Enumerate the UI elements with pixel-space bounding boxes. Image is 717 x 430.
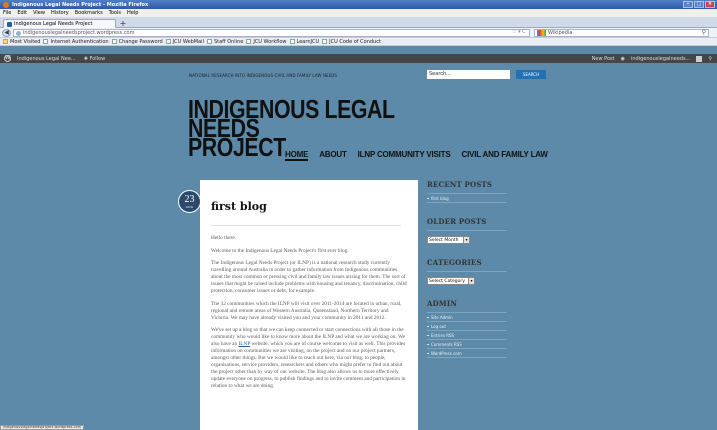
site-search-button[interactable]: SEARCH bbox=[516, 70, 546, 79]
browser-search-box[interactable]: Wikipedia ⚲ bbox=[534, 29, 709, 37]
page-icon bbox=[206, 39, 212, 44]
post-month: AUG bbox=[185, 205, 194, 209]
menu-edit[interactable]: Edit bbox=[17, 10, 27, 16]
window-titlebar: Indigenous Legal Needs Project - Mozilla… bbox=[0, 0, 717, 9]
page-icon bbox=[43, 39, 49, 44]
maximize-icon[interactable]: □ bbox=[694, 1, 704, 8]
chevron-down-icon: ▾ bbox=[463, 237, 469, 243]
post-paragraph: The 32 communities which the ILNP will v… bbox=[211, 300, 402, 321]
follow-button[interactable]: ✚ Follow bbox=[84, 56, 105, 62]
favicon-icon bbox=[7, 21, 12, 27]
widget-divider bbox=[427, 230, 507, 231]
page-icon bbox=[165, 39, 171, 44]
admin-link-log-out[interactable]: Log out bbox=[427, 322, 507, 331]
wp-admin-bar: W Indigenous Legal Nee... ✚ Follow New P… bbox=[0, 54, 717, 63]
bookmarks-toolbar: Most Visited Internet Authentication Cha… bbox=[0, 38, 717, 46]
archive-month-select[interactable]: Select Month ▾ bbox=[427, 236, 470, 244]
status-bar: indigenouslegalneedsproject.wordpress.co… bbox=[0, 425, 85, 430]
post-day: 23 bbox=[184, 194, 195, 205]
menu-tools[interactable]: Tools bbox=[109, 10, 121, 16]
page-icon bbox=[289, 39, 295, 44]
tab-title: Indigenous Legal Needs Project bbox=[14, 21, 93, 27]
post-body: Hello there. Welcome to the Indigenous L… bbox=[211, 235, 407, 396]
search-engine-label: Wikipedia bbox=[548, 30, 573, 36]
recent-post-link[interactable]: first blog bbox=[427, 194, 507, 203]
page-icon bbox=[322, 39, 328, 44]
site-top-bar: NATIONAL RESEARCH INTO INDIGENOUS CIVIL … bbox=[180, 70, 550, 80]
post-date-badge: 23 AUG bbox=[178, 190, 201, 213]
post-paragraph: Welcome to the Indigenous Legal Needs Pr… bbox=[211, 247, 349, 254]
ilnp-website-link[interactable]: ILNP bbox=[239, 341, 251, 347]
bookmark-item[interactable]: JCU WebMail bbox=[165, 39, 204, 45]
nav-about[interactable]: ABOUT bbox=[319, 150, 347, 161]
admin-site-name[interactable]: Indigenous Legal Nee... bbox=[17, 56, 76, 62]
tab-ilnp[interactable]: Indigenous Legal Needs Project bbox=[3, 19, 116, 28]
tab-bar: Indigenous Legal Needs Project + bbox=[0, 17, 717, 28]
url-bar[interactable]: indigenouslegalneedsproject.wordpress.co… bbox=[13, 29, 530, 37]
menu-bookmarks[interactable]: Bookmarks bbox=[75, 10, 103, 16]
post-title[interactable]: first blog bbox=[211, 200, 267, 213]
bookmark-item[interactable]: LearnJCU bbox=[289, 39, 319, 45]
nav-home[interactable]: HOME bbox=[285, 150, 308, 161]
search-icon[interactable]: ⚲ bbox=[702, 30, 706, 36]
post-paragraph: Hello there. bbox=[211, 235, 237, 241]
search-engine-icon[interactable] bbox=[537, 30, 546, 36]
recent-posts-title: RECENT POSTS bbox=[427, 180, 493, 189]
post-paragraph: The Indigenous Legal Needs Project (or I… bbox=[211, 260, 407, 294]
categories-title: CATEGORIES bbox=[427, 258, 482, 267]
globe-icon bbox=[16, 31, 21, 36]
bookmark-item[interactable]: Internet Authentication bbox=[43, 39, 109, 45]
site-search-input[interactable]: Search... bbox=[427, 70, 510, 79]
site-tagline: NATIONAL RESEARCH INTO INDIGENOUS CIVIL … bbox=[189, 73, 338, 78]
navigation-bar: ◀ indigenouslegalneedsproject.wordpress.… bbox=[0, 28, 717, 38]
nav-civil-family-law[interactable]: CIVIL AND FAMILY LAW bbox=[462, 150, 548, 161]
bookmark-star-icon[interactable]: ☆ ▾ C bbox=[512, 29, 526, 35]
admin-user[interactable]: indigenouslegalneeds... bbox=[631, 56, 690, 62]
category-select[interactable]: Select Category ▾ bbox=[427, 277, 475, 285]
close-icon[interactable]: × bbox=[705, 1, 715, 8]
page-icon bbox=[111, 39, 117, 44]
minimize-icon[interactable]: – bbox=[683, 1, 693, 8]
menu-history[interactable]: History bbox=[51, 10, 69, 16]
post-paragraph-with-link: We've set up a blog so that we can keep … bbox=[211, 327, 406, 389]
menu-bar: File Edit View History Bookmarks Tools H… bbox=[0, 9, 717, 17]
avatar[interactable] bbox=[696, 55, 703, 62]
menu-file[interactable]: File bbox=[3, 10, 11, 16]
notifications-icon[interactable]: ◉ bbox=[621, 56, 625, 62]
post-divider bbox=[211, 225, 401, 226]
admin-title: ADMIN bbox=[427, 299, 457, 308]
bookmark-item[interactable]: Change Password bbox=[111, 39, 163, 45]
wordpress-logo-icon[interactable]: W bbox=[4, 55, 11, 62]
sidebar: RECENT POSTS first blog OLDER POSTS Sele… bbox=[427, 180, 507, 358]
admin-link-site-admin[interactable]: Site Admin bbox=[427, 313, 507, 322]
url-text: indigenouslegalneedsproject.wordpress.co… bbox=[23, 30, 135, 36]
site-title[interactable]: INDIGENOUS LEGAL NEEDS PROJECT bbox=[188, 96, 418, 160]
admin-link-comments-rss[interactable]: Comments RSS bbox=[427, 340, 507, 349]
search-icon[interactable]: ⚲ bbox=[708, 56, 712, 62]
admin-link-entries-rss[interactable]: Entries RSS bbox=[427, 331, 507, 340]
folder-icon bbox=[3, 39, 8, 44]
chevron-down-icon: ▾ bbox=[468, 278, 474, 284]
window-title: Indigenous Legal Needs Project - Mozilla… bbox=[12, 1, 149, 8]
nav-community-visits[interactable]: ILNP COMMUNITY VISITS bbox=[358, 150, 451, 161]
menu-view[interactable]: View bbox=[33, 10, 45, 16]
bookmark-item[interactable]: JCU Code of Conduct bbox=[322, 39, 381, 45]
menu-help[interactable]: Help bbox=[127, 10, 138, 16]
bookmark-item[interactable]: Most Visited bbox=[3, 39, 40, 45]
page-icon bbox=[246, 39, 252, 44]
bookmark-item[interactable]: JCU Workflow bbox=[246, 39, 287, 45]
recent-posts-list: first blog bbox=[427, 194, 507, 203]
admin-links: Site Admin Log out Entries RSS Comments … bbox=[427, 313, 507, 358]
back-button[interactable]: ◀ bbox=[2, 29, 11, 37]
main-navigation: HOME ABOUT ILNP COMMUNITY VISITS CIVIL A… bbox=[285, 150, 548, 161]
firefox-logo-icon bbox=[3, 1, 9, 8]
admin-link-wordpress[interactable]: WordPress.com bbox=[427, 349, 507, 358]
widget-divider bbox=[427, 271, 507, 272]
bookmark-item[interactable]: Staff Online bbox=[206, 39, 243, 45]
window-controls: – □ × bbox=[683, 1, 715, 8]
new-post-link[interactable]: New Post bbox=[592, 56, 615, 62]
older-posts-title: OLDER POSTS bbox=[427, 217, 487, 226]
new-tab-button[interactable]: + bbox=[118, 20, 128, 28]
